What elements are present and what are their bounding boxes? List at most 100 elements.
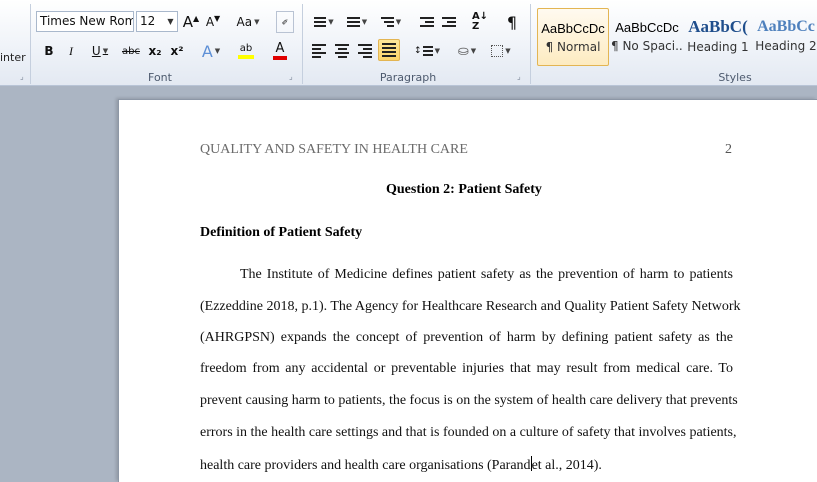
chevron-down-icon: ▼ bbox=[361, 18, 368, 26]
ribbon: inter ⌟ Times New Rom 12 ▼ A ▲ A ▼ Aa ▼ ✐ B… bbox=[0, 0, 817, 86]
group-separator bbox=[30, 4, 31, 84]
numbering-button[interactable]: ▼ bbox=[342, 11, 372, 33]
italic-label: I bbox=[69, 43, 73, 58]
subscript-label: x₂ bbox=[148, 44, 162, 58]
italic-button[interactable]: I bbox=[64, 40, 78, 62]
paragraph-launcher-icon[interactable]: ⌟ bbox=[517, 73, 525, 81]
bold-button[interactable]: B bbox=[42, 40, 56, 62]
chevron-down-icon: ▼ bbox=[505, 47, 511, 55]
line-spacing-button[interactable]: ↕ ▼ bbox=[412, 40, 442, 62]
increase-indent-button[interactable] bbox=[440, 11, 458, 33]
chevron-down-icon: ▼ bbox=[395, 18, 402, 26]
styles-group-label: Styles bbox=[718, 71, 752, 84]
subscript-button[interactable]: x₂ bbox=[146, 40, 164, 62]
strikethrough-button[interactable]: abc bbox=[120, 40, 142, 62]
highlight-swatch bbox=[238, 55, 254, 59]
borders-icon bbox=[491, 45, 504, 57]
grow-font-label: A bbox=[182, 13, 194, 31]
change-case-label: Aa bbox=[236, 15, 253, 29]
bullet-list-icon bbox=[314, 17, 327, 27]
change-case-button[interactable]: Aa ▼ bbox=[234, 11, 262, 33]
font-color-swatch bbox=[273, 56, 287, 60]
highlight-button[interactable]: ab bbox=[232, 40, 260, 62]
chevron-down-icon: ▼ bbox=[214, 47, 221, 55]
shrink-arrow-icon: ▼ bbox=[214, 13, 221, 23]
grow-arrow-icon: ▲ bbox=[193, 13, 200, 23]
multilevel-list-icon bbox=[380, 17, 394, 27]
section-heading: Definition of Patient Safety bbox=[200, 225, 363, 240]
shrink-font-button[interactable]: A ▼ bbox=[203, 11, 223, 33]
style-name: ¶ Normal bbox=[545, 40, 601, 54]
align-center-button[interactable] bbox=[333, 40, 351, 62]
paragraph-line: (AHRGPSN) expands the concept of prevent… bbox=[200, 330, 733, 345]
paint-bucket-icon: ⛀ bbox=[457, 43, 469, 59]
paragraph-line: freedom from any accidental or preventab… bbox=[200, 361, 733, 376]
text-effects-label: A bbox=[201, 41, 213, 61]
line-spacing-arrow-icon: ↕ bbox=[414, 46, 422, 56]
decrease-indent-button[interactable] bbox=[418, 11, 436, 33]
decrease-indent-icon bbox=[420, 17, 434, 27]
shrink-font-label: A bbox=[205, 15, 215, 29]
align-right-button[interactable] bbox=[356, 40, 374, 62]
style-heading-1[interactable]: AaBbC( Heading 1 bbox=[685, 8, 751, 66]
paragraph-line: (Ezzeddine 2018, p.1). The Agency for He… bbox=[200, 299, 741, 314]
shading-button[interactable]: ⛀ ▼ bbox=[452, 40, 482, 62]
paragraph-group-label: Paragraph bbox=[379, 71, 437, 84]
superscript-button[interactable]: x² bbox=[168, 40, 186, 62]
group-separator bbox=[530, 4, 531, 84]
font-name-value: Times New Rom bbox=[40, 14, 134, 28]
font-name-combo[interactable]: Times New Rom bbox=[36, 11, 134, 32]
align-left-icon bbox=[312, 44, 326, 58]
superscript-label: x² bbox=[170, 44, 184, 58]
text-effects-button[interactable]: A ▼ bbox=[198, 40, 224, 62]
chevron-down-icon: ▼ bbox=[470, 47, 477, 55]
underline-button[interactable]: U ▼ bbox=[88, 40, 112, 62]
sort-button[interactable]: A↓ Z bbox=[470, 11, 490, 33]
format-painter-label[interactable]: inter bbox=[0, 51, 26, 64]
group-separator bbox=[302, 4, 303, 84]
increase-indent-icon bbox=[442, 17, 456, 27]
paragraph-line: errors in the health care settings and t… bbox=[200, 425, 737, 440]
style-name: ¶ No Spaci... bbox=[611, 39, 683, 53]
style-name: Heading 2 bbox=[755, 39, 817, 53]
font-group-label: Font bbox=[148, 71, 172, 84]
justify-icon bbox=[382, 43, 396, 57]
show-formatting-button[interactable]: ¶ bbox=[503, 11, 521, 33]
font-size-combo[interactable]: 12 ▼ bbox=[136, 11, 178, 32]
borders-button[interactable]: ▼ bbox=[486, 40, 516, 62]
running-head: QUALITY AND SAFETY IN HEALTH CARE bbox=[200, 142, 468, 157]
style-name: Heading 1 bbox=[687, 40, 749, 54]
justify-button[interactable] bbox=[378, 39, 400, 61]
strikethrough-label: abc bbox=[122, 45, 140, 57]
style-normal[interactable]: AaBbCcDc ¶ Normal bbox=[537, 8, 609, 66]
document-title: Question 2: Patient Safety bbox=[386, 182, 542, 197]
chevron-down-icon[interactable]: ▼ bbox=[164, 12, 177, 31]
sort-icon: A↓ Z bbox=[471, 11, 489, 32]
style-heading-2[interactable]: AaBbCc Heading 2 bbox=[755, 8, 817, 66]
font-launcher-icon[interactable]: ⌟ bbox=[289, 73, 297, 81]
chevron-down-icon: ▼ bbox=[254, 18, 260, 26]
style-sample: AaBbC( bbox=[688, 17, 748, 36]
chevron-down-icon: ▼ bbox=[434, 47, 440, 55]
chevron-down-icon: ▼ bbox=[102, 47, 109, 55]
font-color-label: A bbox=[275, 41, 285, 56]
pilcrow-icon: ¶ bbox=[506, 12, 518, 32]
font-color-button[interactable]: A bbox=[266, 40, 294, 62]
align-left-button[interactable] bbox=[310, 40, 328, 62]
grow-font-button[interactable]: A ▲ bbox=[181, 11, 201, 33]
style-no-spacing[interactable]: AaBbCcDc ¶ No Spaci... bbox=[611, 8, 683, 66]
align-right-icon bbox=[358, 44, 372, 58]
paragraph-line: The Institute of Medicine defines patien… bbox=[240, 267, 733, 282]
clipboard-launcher-icon[interactable]: ⌟ bbox=[20, 73, 28, 81]
paragraph-line: prevent causing harm to patients, the fo… bbox=[200, 393, 738, 408]
bullets-button[interactable]: ▼ bbox=[310, 11, 338, 33]
text-before-cursor: health care providers and health care or… bbox=[200, 458, 531, 473]
style-sample: AaBbCc bbox=[757, 18, 815, 35]
font-size-value: 12 bbox=[140, 14, 156, 28]
underline-label: U bbox=[91, 44, 101, 58]
multilevel-list-button[interactable]: ▼ bbox=[376, 11, 406, 33]
chevron-down-icon: ▼ bbox=[328, 18, 334, 26]
highlight-label: ab bbox=[239, 43, 253, 54]
clear-formatting-icon[interactable]: ✐ bbox=[276, 11, 294, 33]
paragraph-line-last: health care providers and health care or… bbox=[200, 456, 733, 474]
